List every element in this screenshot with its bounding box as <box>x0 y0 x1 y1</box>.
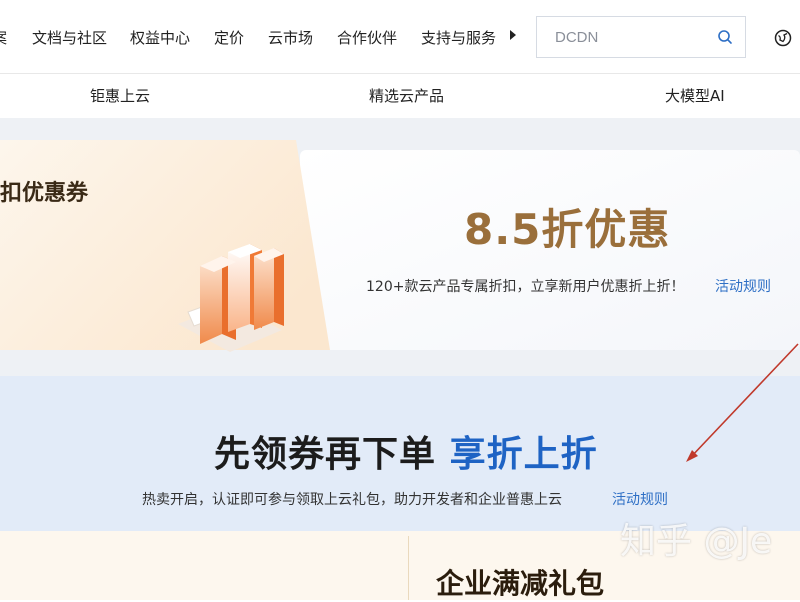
nav-item-marketplace[interactable]: 云市场 <box>268 28 313 48</box>
watermark: 知乎 @Je <box>620 521 773 562</box>
coupon-left-title: 扣优惠券 <box>0 181 89 206</box>
sub-navigation: 钜惠上云 精选云产品 大模型AI <box>0 74 800 118</box>
banner-subtext: 热卖开启，认证即可参与领取上云礼包，助力开发者和企业普惠上云 <box>142 492 562 508</box>
document-stack-illustration-icon <box>178 244 284 352</box>
globe-icon[interactable] <box>774 29 792 47</box>
nav-item-docs-community[interactable]: 文档与社区 <box>32 28 107 48</box>
enterprise-package-title: 企业满减礼包 <box>436 567 605 600</box>
discount-title: 8.5折优惠 <box>464 205 671 254</box>
search-input[interactable] <box>537 17 707 57</box>
subnav-item-ai-models[interactable]: 大模型AI <box>665 86 725 106</box>
subnav-item-deals[interactable]: 钜惠上云 <box>90 86 150 106</box>
banner-headline: 先领券再下单 享折上折 <box>214 425 598 477</box>
nav-item-support-services[interactable]: 支持与服务 <box>421 28 496 48</box>
discount-description: 120+款云产品专属折扣，立享新用户优惠折上折！ <box>366 279 685 295</box>
top-navigation: 案 文档与社区 权益中心 定价 云市场 合作伙伴 支持与服务 <box>0 0 800 74</box>
bottom-divider <box>408 536 409 600</box>
search-box <box>536 16 746 58</box>
banner-headline-blue: 享折上折 <box>449 434 598 475</box>
nav-item-partners[interactable]: 合作伙伴 <box>337 28 397 48</box>
nav-more-arrow-icon[interactable] <box>510 30 516 40</box>
nav-item-partial[interactable]: 案 <box>0 28 7 48</box>
banner-headline-dark: 先领券再下单 <box>214 434 437 475</box>
subnav-item-featured-products[interactable]: 精选云产品 <box>369 86 444 106</box>
search-icon[interactable] <box>717 29 733 45</box>
banner-activity-rules-link[interactable]: 活动规则 <box>612 489 668 509</box>
nav-item-benefits-center[interactable]: 权益中心 <box>130 28 190 48</box>
nav-item-pricing[interactable]: 定价 <box>214 28 244 48</box>
annotation-arrow-icon <box>686 343 799 462</box>
activity-rules-link[interactable]: 活动规则 <box>715 276 771 296</box>
